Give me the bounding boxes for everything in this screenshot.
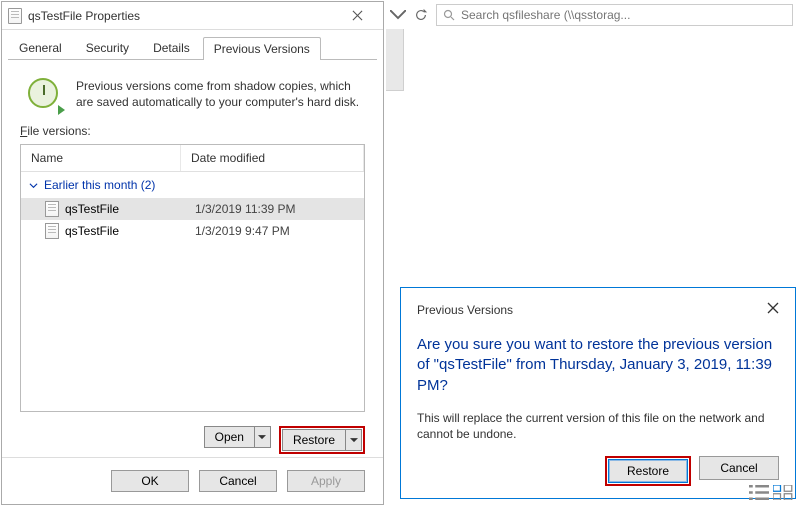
restore-label: Restore (283, 430, 345, 450)
confirm-warning: This will replace the current version of… (417, 410, 779, 442)
restore-button[interactable]: Restore (282, 429, 362, 451)
file-icon (45, 201, 59, 217)
confirm-dialog: Previous Versions Are you sure you want … (400, 287, 796, 499)
confirm-restore-highlight: Restore (605, 456, 691, 486)
file-versions-label: File versions: (2, 120, 383, 140)
tab-previous-versions[interactable]: Previous Versions (203, 37, 321, 60)
group-label: Earlier this month (2) (44, 178, 155, 192)
properties-window: qsTestFile Properties General Security D… (1, 1, 384, 505)
ok-button[interactable]: OK (111, 470, 189, 492)
window-title: qsTestFile Properties (28, 9, 337, 23)
cancel-button[interactable]: Cancel (199, 470, 277, 492)
confirm-restore-button[interactable]: Restore (608, 459, 688, 483)
view-details-icon[interactable] (749, 484, 769, 500)
restore-dropdown[interactable] (345, 430, 361, 450)
confirm-close-button[interactable] (767, 302, 779, 317)
column-date[interactable]: Date modified (181, 145, 364, 171)
refresh-icon[interactable] (410, 4, 432, 26)
file-icon (45, 223, 59, 239)
confirm-question: Are you sure you want to restore the pre… (417, 335, 779, 396)
open-dropdown[interactable] (254, 427, 270, 447)
open-button[interactable]: Open (204, 426, 271, 448)
column-name[interactable]: Name (21, 145, 181, 171)
confirm-title: Previous Versions (417, 303, 513, 317)
version-date: 1/3/2019 9:47 PM (195, 224, 290, 238)
file-icon (8, 8, 22, 24)
search-box[interactable] (436, 4, 793, 26)
view-large-icon[interactable] (773, 484, 793, 500)
tab-security[interactable]: Security (75, 36, 140, 59)
address-dropdown[interactable] (390, 5, 406, 25)
chevron-down-icon (29, 181, 38, 190)
confirm-cancel-button[interactable]: Cancel (699, 456, 779, 480)
version-date: 1/3/2019 11:39 PM (195, 202, 296, 216)
search-icon (443, 9, 455, 21)
version-name: qsTestFile (65, 202, 195, 216)
versions-list: Name Date modified Earlier this month (2… (20, 144, 365, 412)
version-name: qsTestFile (65, 224, 195, 238)
restore-highlight: Restore (279, 426, 365, 454)
close-button[interactable] (337, 4, 377, 28)
previous-versions-icon (28, 78, 62, 112)
tab-general[interactable]: General (8, 36, 73, 59)
open-label: Open (205, 427, 254, 447)
group-earlier-this-month[interactable]: Earlier this month (2) (21, 172, 364, 198)
tab-details[interactable]: Details (142, 36, 201, 59)
version-row[interactable]: qsTestFile 1/3/2019 9:47 PM (21, 220, 364, 242)
version-row[interactable]: qsTestFile 1/3/2019 11:39 PM (21, 198, 364, 220)
search-input[interactable] (459, 7, 786, 23)
content-pane-edge (386, 29, 404, 91)
info-text: Previous versions come from shadow copie… (76, 78, 365, 110)
apply-button: Apply (287, 470, 365, 492)
